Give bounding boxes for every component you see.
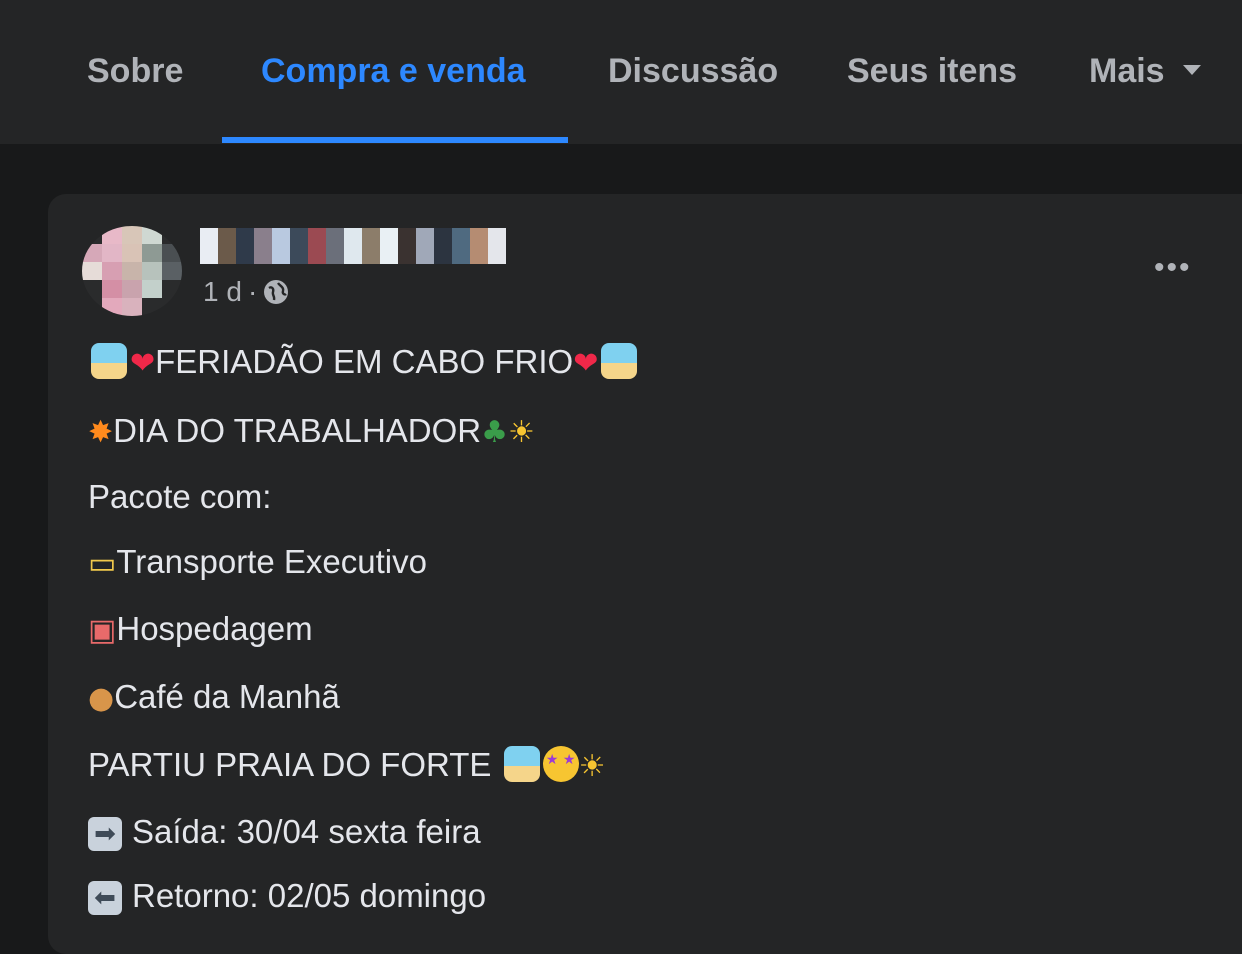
author-name-redacted[interactable] — [200, 228, 506, 264]
hotel-icon: ▣ — [88, 613, 117, 648]
heart-icon: ❤ — [130, 346, 156, 381]
post-text-5: Hospedagem — [116, 610, 313, 647]
right-arrow-icon: ➡ — [88, 817, 122, 852]
beach-umbrella-icon — [601, 343, 638, 380]
post-text-9: Retorno: 02/05 domingo — [132, 877, 487, 914]
post-line-4: ▭Transporte Executivo — [88, 542, 427, 584]
globe-icon — [264, 280, 289, 304]
post-line-6: ●Café da Manhã — [88, 677, 340, 719]
post-line-3: Pacote com: — [88, 478, 272, 515]
post-text-8: Saída: 30/04 sexta feira — [132, 813, 481, 850]
sun-icon: ☀ — [508, 415, 535, 450]
post-text-6: Café da Manhã — [114, 678, 340, 715]
active-tab-indicator — [222, 137, 568, 143]
post-text-1: FERIADÃO EM CABO FRIO — [155, 343, 574, 380]
post-line-1: ❤FERIADÃO EM CABO FRIO❤ — [88, 342, 640, 384]
tab-sobre[interactable]: Sobre — [87, 52, 183, 91]
post-line-2: ✸DIA DO TRABALHADOR♣☀ — [88, 411, 535, 453]
post-line-9: ⬅ Retorno: 02/05 domingo — [88, 876, 486, 916]
beach-umbrella-icon — [91, 343, 127, 380]
beach-umbrella-icon — [503, 746, 540, 783]
post-text-2: DIA DO TRABALHADOR — [113, 412, 482, 449]
pancakes-icon: ● — [88, 681, 115, 716]
post-line-8: ➡ Saída: 30/04 sexta feira — [88, 812, 481, 852]
avatar[interactable] — [82, 226, 182, 316]
palm-tree-icon: ♣ — [481, 415, 509, 450]
tab-compra-e-venda[interactable]: Compra e venda — [261, 52, 526, 91]
heart-icon: ❤ — [573, 346, 599, 381]
post-line-7: PARTIU PRAIA DO FORTE ★ ★ ☀ — [88, 745, 606, 787]
post-line-5: ▣Hospedagem — [88, 609, 313, 651]
left-arrow-icon: ⬅ — [88, 881, 122, 916]
tab-discussao[interactable]: Discussão — [608, 52, 778, 91]
post-text-7: PARTIU PRAIA DO FORTE — [88, 746, 492, 783]
sun-icon: ☀ — [578, 749, 606, 784]
post-text-4: Transporte Executivo — [116, 543, 427, 580]
post-meta: 1 d · — [203, 276, 289, 308]
bus-icon: ▭ — [88, 546, 117, 581]
star-struck-icon: ★ ★ — [542, 746, 579, 783]
tab-mais-label: Mais — [1089, 52, 1165, 90]
more-options-icon[interactable]: ••• — [1154, 251, 1192, 285]
tab-seus-itens[interactable]: Seus itens — [847, 52, 1017, 91]
meta-separator: · — [247, 276, 258, 307]
tab-mais[interactable]: Mais — [1089, 52, 1201, 91]
post-time[interactable]: 1 d — [203, 276, 242, 308]
group-nav-bar: Sobre Compra e venda Discussão Seus iten… — [0, 0, 1242, 144]
collision-icon: ✸ — [88, 415, 114, 450]
chevron-down-icon — [1182, 65, 1201, 76]
